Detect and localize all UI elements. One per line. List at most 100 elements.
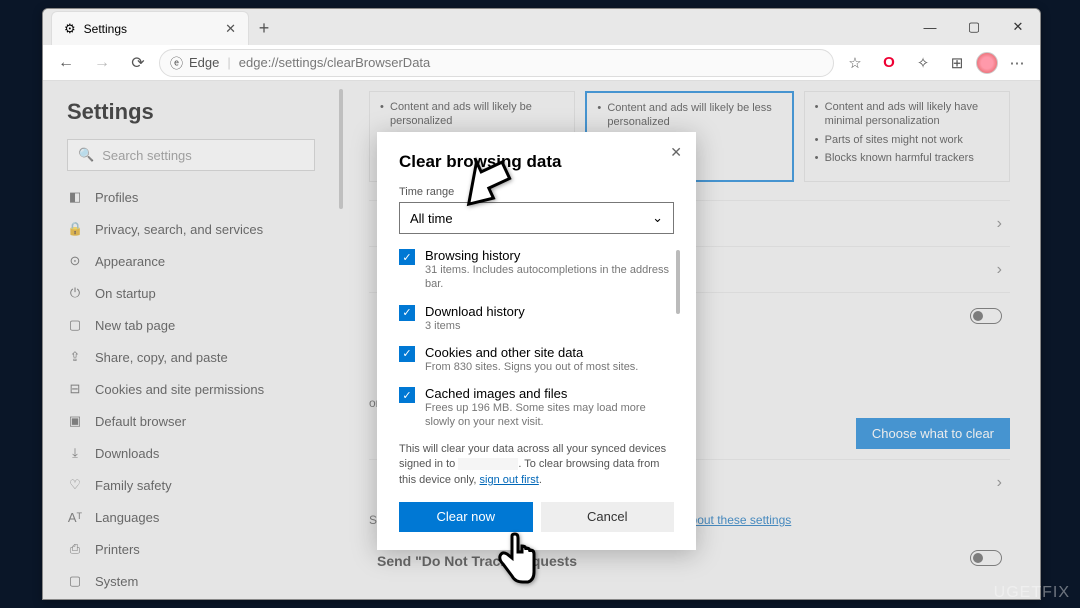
toggle-off[interactable] [970,550,1002,566]
nav-icon: ▢ [67,317,83,333]
clear-option-row[interactable]: ✓ Download history3 items [399,304,674,333]
sidebar-item[interactable]: ⇪ Share, copy, and paste [67,341,315,373]
forward-button[interactable]: → [87,48,117,78]
chevron-down-icon: ⌄ [652,210,663,226]
sidebar-item[interactable]: ⏻On startup [67,277,315,309]
collections-icon[interactable]: ⊞ [942,48,972,78]
nav-icon: ▣ [67,413,83,429]
option-title: Browsing history [425,248,674,263]
refresh-button[interactable]: ⟳ [123,48,153,78]
read-aloud-icon[interactable]: ☆ [840,48,870,78]
sidebar-item[interactable]: ♡ Family safety [67,469,315,501]
nav-icon: ⊟ [67,381,83,397]
annotation-arrow-cursor [450,145,520,220]
search-icon: 🔍 [78,147,94,163]
checkbox-checked[interactable]: ✓ [399,305,415,321]
time-range-select[interactable]: All time ⌄ [399,202,674,234]
nav-label: Cookies and site permissions [95,382,264,397]
back-button[interactable]: ← [51,48,81,78]
nav-label: Languages [95,510,159,525]
gear-icon: ⚙ [64,21,76,37]
sidebar-item[interactable]: ⊟ Cookies and site permissions [67,373,315,405]
time-range-label: Time range [399,186,674,198]
clear-browsing-data-dialog: ✕ Clear browsing data Time range All tim… [377,132,696,550]
clear-now-button[interactable]: Clear now [399,502,533,532]
profile-avatar[interactable] [976,52,998,74]
nav-label: Share, copy, and paste [95,350,228,365]
nav-label: Family safety [95,478,172,493]
nav-label: Default browser [95,414,186,429]
dialog-scrollbar[interactable] [676,250,680,314]
browser-tab[interactable]: ⚙ Settings ✕ [51,11,249,45]
cancel-button[interactable]: Cancel [541,502,675,532]
nav-icon: Aᵀ [67,510,83,525]
option-subtitle: 31 items. Includes autocompletions in th… [425,263,674,292]
watermark: UGETFIX [994,584,1070,602]
nav-label: Profiles [95,190,138,205]
sync-warning: This will clear your data across all you… [399,442,674,488]
checkbox-checked[interactable]: ✓ [399,387,415,403]
sidebar-item[interactable]: 🔒 Privacy, search, and services [67,213,315,245]
maximize-button[interactable]: ▢ [952,9,996,45]
nav-label: System [95,574,138,589]
clear-option-row[interactable]: ✓ Browsing history31 items. Includes auto… [399,248,674,292]
sidebar-item[interactable]: ▣ Default browser [67,405,315,437]
clear-option-row[interactable]: ✓Cached images and filesFrees up 196 MB.… [399,386,674,430]
settings-heading: Settings [67,99,315,125]
sidebar-item[interactable]: ⤓ Downloads [67,437,315,469]
nav-icon: ⤓ [67,445,83,461]
nav-label: Downloads [95,446,159,461]
toggle-off[interactable] [970,308,1002,324]
dialog-title: Clear browsing data [399,152,674,172]
sidebar-item[interactable]: ◧ Profiles [67,181,315,213]
tab-title: Settings [84,22,127,36]
sidebar-item[interactable]: ⊙ Appearance [67,245,315,277]
chevron-right-icon: › [997,474,1002,492]
nav-label: New tab page [95,318,175,333]
titlebar: ⚙ Settings ✕ + — ▢ ✕ [43,9,1040,45]
close-tab-icon[interactable]: ✕ [225,21,236,37]
url-input[interactable]: ⓔ Edge | edge://settings/clearBrowserDat… [159,49,834,77]
nav-label: Appearance [95,254,165,269]
extension-icon[interactable]: O [874,48,904,78]
sidebar-item[interactable]: ▢ System [67,565,315,597]
option-subtitle: From 830 sites. Signs you out of most si… [425,360,638,374]
nav-icon: ⎙ [67,541,83,557]
nav-label: Printers [95,542,140,557]
nav-label: On startup [95,286,156,301]
option-title: Cookies and other site data [425,345,638,360]
nav-icon: ◧ [67,189,83,205]
sidebar-item[interactable]: ▢ New tab page [67,309,315,341]
nav-icon: ⊙ [67,253,83,269]
edge-icon: ⓔ [170,53,183,72]
sign-out-link[interactable]: sign out first [480,474,539,486]
new-tab-button[interactable]: + [249,18,279,45]
sidebar-item[interactable]: ⎙ Printers [67,533,315,565]
clear-option-row[interactable]: ✓ Cookies and other site dataFrom 830 sit… [399,345,674,374]
sidebar-item[interactable]: ↺Reset settings [67,597,315,599]
annotation-hand-cursor [490,532,540,597]
tracking-card-strict[interactable]: Content and ads will likely have minimal… [804,91,1010,182]
favorites-icon[interactable]: ✧ [908,48,938,78]
minimize-button[interactable]: — [908,9,952,45]
checkbox-checked[interactable]: ✓ [399,346,415,362]
nav-icon: 🔒 [67,221,83,237]
nav-icon: ♡ [67,477,83,493]
menu-icon[interactable]: ⋯ [1002,48,1032,78]
sidebar-item[interactable]: Aᵀ Languages [67,501,315,533]
checkbox-checked[interactable]: ✓ [399,249,415,265]
option-subtitle: 3 items [425,319,525,333]
chevron-right-icon: › [997,215,1002,233]
nav-icon: ⇪ [67,349,83,365]
option-title: Download history [425,304,525,319]
nav-icon: ▢ [67,573,83,589]
choose-clear-button[interactable]: Choose what to clear [856,418,1010,449]
search-input[interactable]: 🔍 Search settings [67,139,315,171]
nav-label: Privacy, search, and services [95,222,263,237]
chevron-right-icon: › [997,261,1002,279]
close-window-button[interactable]: ✕ [996,9,1040,45]
window-controls: — ▢ ✕ [908,9,1040,45]
dialog-close-button[interactable]: ✕ [670,144,682,161]
address-bar: ← → ⟳ ⓔ Edge | edge://settings/clearBrow… [43,45,1040,81]
option-subtitle: Frees up 196 MB. Some sites may load mor… [425,401,674,430]
